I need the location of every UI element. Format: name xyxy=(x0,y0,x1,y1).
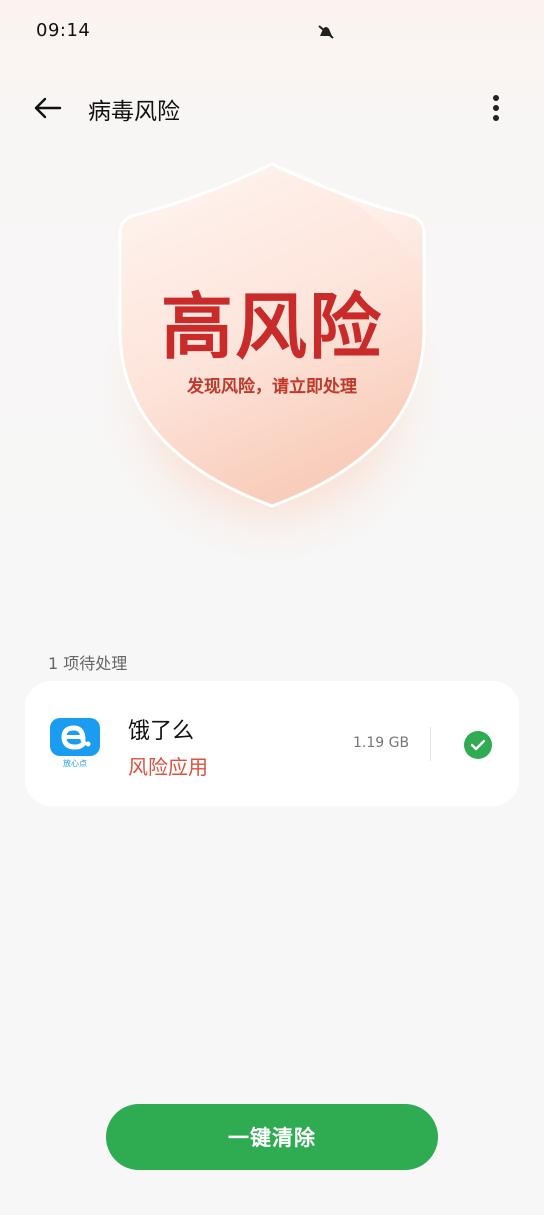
more-options-button[interactable] xyxy=(476,88,516,128)
app-name: 饿了么 xyxy=(128,719,195,744)
divider xyxy=(430,727,431,761)
risk-level-text: 高风险 xyxy=(160,284,383,369)
pending-count-label: 1 项待处理 xyxy=(48,654,128,673)
more-vertical-icon xyxy=(493,95,499,121)
risk-description: 发现风险，请立即处理 xyxy=(187,377,357,397)
page-title: 病毒风险 xyxy=(88,99,180,125)
notification-muted-icon xyxy=(316,22,336,42)
check-icon xyxy=(470,739,486,751)
header: 病毒风险 xyxy=(0,80,544,136)
list-item[interactable]: 放心点 饿了么 风险应用 1.19 GB xyxy=(25,681,519,806)
select-checkbox[interactable] xyxy=(464,731,492,759)
status-bar: 09:14 xyxy=(0,0,544,64)
app-icon-badge: 放心点 xyxy=(63,758,87,768)
arrow-left-icon xyxy=(34,97,62,119)
risk-shield: 高风险 发现风险，请立即处理 xyxy=(72,150,472,560)
app-size: 1.19 GB xyxy=(353,735,410,751)
clean-all-button[interactable]: 一键清除 xyxy=(106,1104,438,1170)
app-risk-label: 风险应用 xyxy=(128,755,208,779)
app-icon: 放心点 xyxy=(50,718,100,768)
back-button[interactable] xyxy=(28,88,68,128)
virus-risk-page: 09:14 病毒风险 高风险 发现风险，请立即处理 1 项待处理 放心点 饿了么… xyxy=(0,0,544,1215)
status-time: 09:14 xyxy=(36,20,91,41)
